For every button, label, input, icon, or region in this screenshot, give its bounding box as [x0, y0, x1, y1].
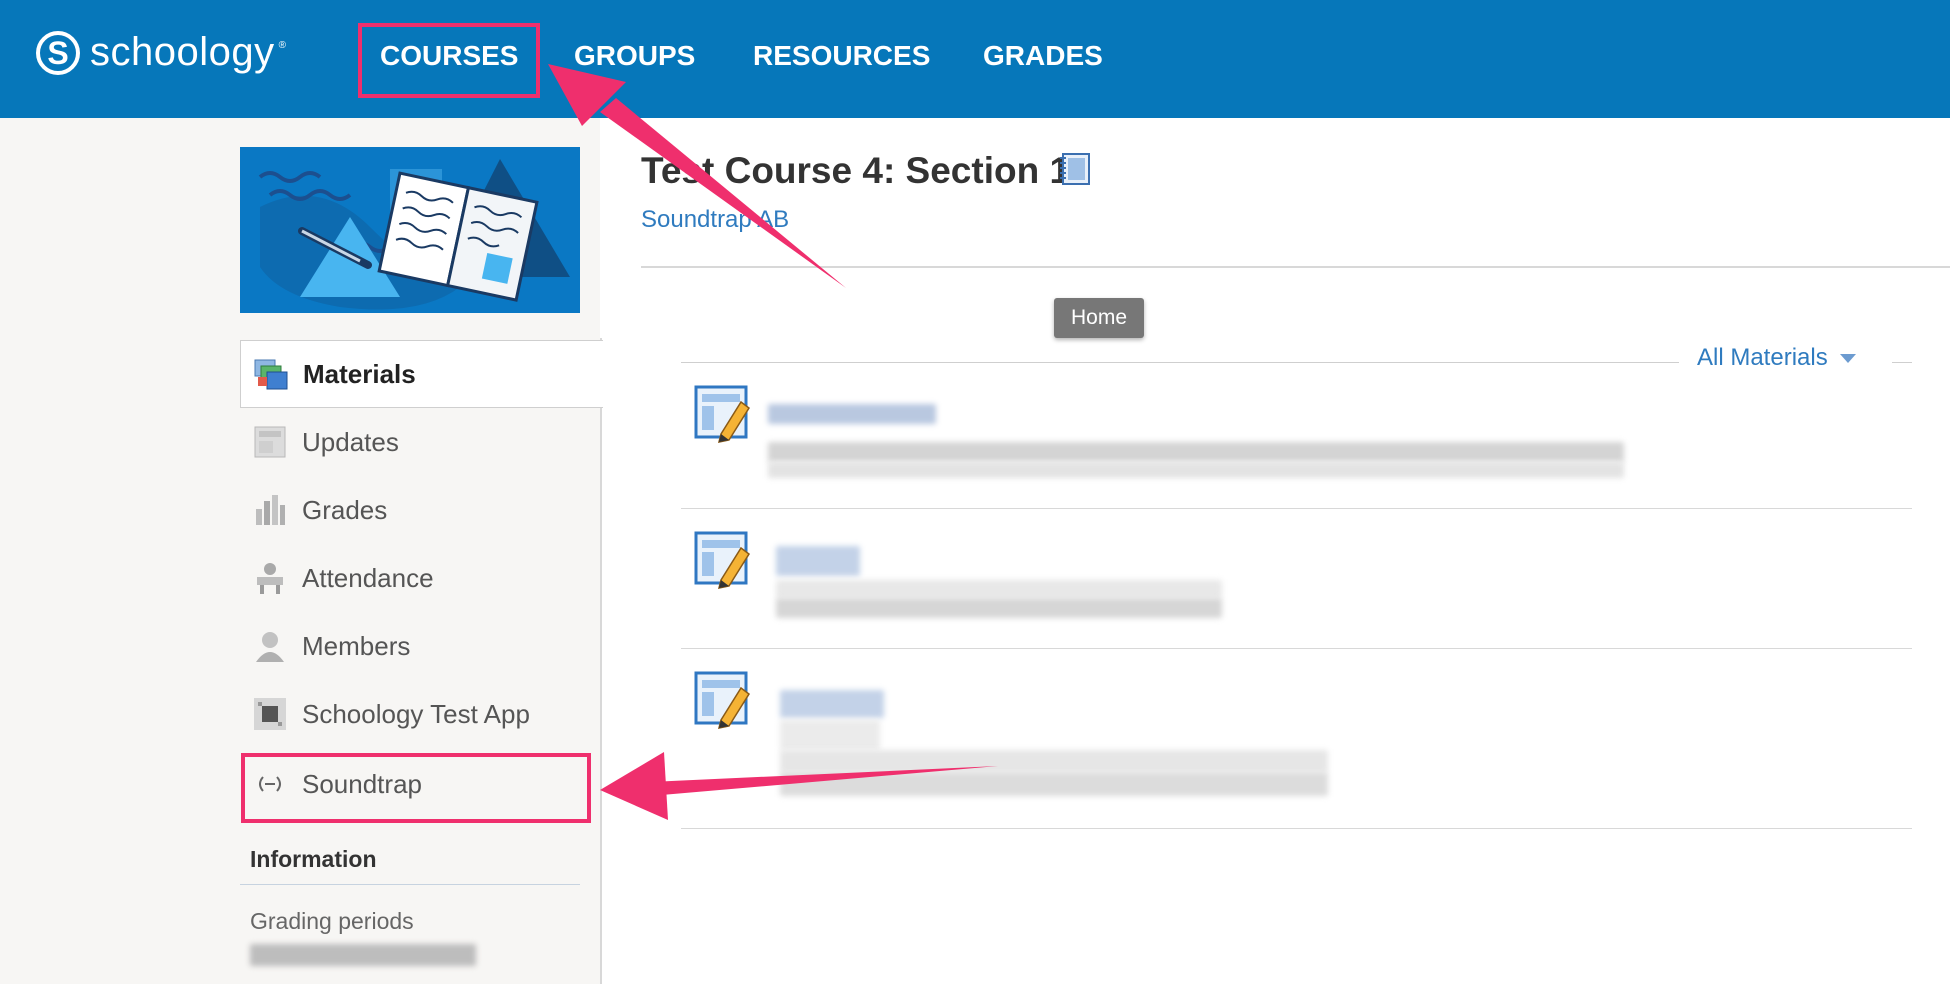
sidebar-item-schoology-test-app[interactable]: Schoology Test App — [240, 681, 600, 747]
sidebar-item-soundtrap[interactable]: Soundtrap — [240, 751, 600, 817]
nav-grades[interactable]: GRADES — [983, 40, 1103, 72]
redacted-grading-period — [250, 944, 476, 966]
sidebar-item-members[interactable]: Members — [240, 613, 600, 679]
sidebar-item-label: Attendance — [302, 562, 434, 593]
sidebar-item-label: Members — [302, 630, 411, 661]
schoology-logo-mark: S — [36, 30, 80, 75]
all-materials-dropdown[interactable]: All Materials — [1697, 344, 1856, 372]
row-divider — [681, 648, 1912, 649]
course-school-link[interactable]: Soundtrap AB — [641, 206, 789, 234]
assignment-icon — [693, 670, 753, 730]
filter-divider-right — [1892, 362, 1912, 363]
page-title: Test Course 4: Section 1 — [641, 150, 1071, 191]
grades-icon — [252, 492, 288, 528]
sidebar-divider — [600, 338, 602, 984]
updates-icon — [252, 424, 288, 460]
materials-icon — [253, 356, 289, 392]
assignment-icon — [693, 384, 753, 444]
arrow-to-soundtrap-head — [600, 752, 668, 820]
course-banner-image — [240, 147, 580, 313]
attendance-icon — [252, 560, 288, 596]
schoology-logo[interactable]: S schoology ® — [36, 30, 286, 75]
row-divider — [681, 508, 1912, 509]
sidebar-item-label: Grades — [302, 494, 388, 525]
schoology-logo-text: schoology — [90, 30, 275, 74]
assignment-icon — [693, 530, 753, 590]
sidebar-item-label: Updates — [302, 426, 399, 457]
registered-mark: ® — [278, 40, 286, 51]
top-navigation-bar: S schoology ® COURSES GROUPS RESOURCES G… — [0, 0, 1950, 118]
app-icon — [252, 696, 288, 732]
grading-periods-label: Grading periods — [250, 908, 414, 934]
sidebar-item-attendance[interactable]: Attendance — [240, 545, 600, 611]
information-divider — [240, 884, 580, 885]
link-icon — [252, 766, 288, 802]
information-heading: Information — [250, 846, 377, 872]
notebook-icon[interactable] — [1058, 152, 1092, 186]
home-tooltip: Home — [1054, 298, 1144, 338]
nav-groups[interactable]: GROUPS — [574, 40, 695, 72]
sidebar-item-materials[interactable]: Materials — [240, 340, 603, 408]
chevron-down-icon — [1839, 353, 1856, 363]
members-icon — [252, 628, 288, 664]
nav-courses[interactable]: COURSES — [380, 40, 518, 72]
arrow-to-courses-shaft — [600, 98, 846, 288]
open-book-illustration — [240, 147, 580, 313]
row-divider — [681, 828, 1912, 829]
filter-divider-left — [681, 362, 1679, 363]
header-divider — [641, 266, 1950, 268]
nav-resources[interactable]: RESOURCES — [753, 40, 930, 72]
sidebar-item-label: Soundtrap — [302, 768, 422, 799]
sidebar-item-label: Materials — [303, 358, 416, 389]
sidebar-item-label: Schoology Test App — [302, 698, 530, 729]
sidebar-item-grades[interactable]: Grades — [240, 477, 600, 543]
sidebar-item-updates[interactable]: Updates — [240, 409, 600, 475]
all-materials-label: All Materials — [1697, 344, 1828, 371]
